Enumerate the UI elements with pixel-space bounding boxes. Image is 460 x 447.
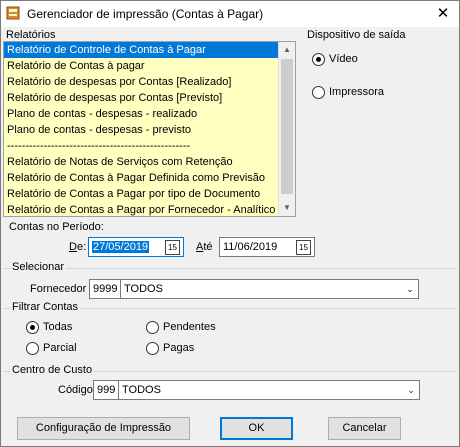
list-item[interactable]: Relatório de Contas a Pagar por tipo de … (4, 186, 295, 202)
filter-pending-radio[interactable] (146, 321, 159, 334)
output-printer-radio[interactable] (312, 86, 325, 99)
scroll-up-icon[interactable]: ▲ (279, 42, 295, 58)
from-date-value: 27/05/2019 (92, 241, 150, 253)
output-device-label: Dispositivo de saída (307, 29, 406, 41)
filter-partial-radio[interactable] (26, 342, 39, 355)
title-bar: Gerenciador de impressão (Contas à Pagar… (1, 1, 459, 27)
supplier-chevron-down-icon[interactable]: ⌄ (403, 280, 417, 298)
print-manager-window: Gerenciador de impressão (Contas à Pagar… (0, 0, 460, 447)
list-item[interactable]: Relatório de Contas à pagar (4, 58, 295, 74)
cost-center-code-label: Código: (58, 384, 96, 396)
from-calendar-icon[interactable]: 15 (165, 240, 180, 255)
reports-label: Relatórios (6, 29, 56, 41)
list-item[interactable]: Relatório de Contas à Pagar Definida com… (4, 170, 295, 186)
reports-scrollbar[interactable]: ▲ ▼ (278, 42, 295, 216)
to-date-value: 11/06/2019 (223, 241, 278, 253)
from-label: De: (69, 241, 87, 253)
output-video-radio[interactable] (312, 53, 325, 66)
filter-partial-label: Parcial (43, 342, 77, 354)
reports-list-items: Relatório de Controle de Contas à Pagar R… (4, 42, 295, 216)
cost-center-value: TODOS (122, 384, 161, 396)
supplier-code-field[interactable]: 9999 (89, 279, 121, 299)
output-video-label: Vídeo (329, 53, 358, 65)
printer-app-icon (6, 6, 20, 20)
list-item[interactable]: ----------------------------------------… (4, 138, 295, 154)
cancel-button[interactable]: Cancelar (328, 417, 401, 440)
output-printer-label: Impressora (329, 86, 385, 98)
print-config-button[interactable]: Configuração de Impressão (17, 417, 190, 440)
ok-button[interactable]: OK (220, 417, 293, 440)
list-item[interactable]: Relatório de Notas de Serviços com Reten… (4, 154, 295, 170)
select-group-title: Selecionar (10, 261, 66, 273)
scroll-thumb[interactable] (281, 59, 293, 194)
list-item[interactable]: Relatório de despesas por Contas [Previs… (4, 90, 295, 106)
reports-list[interactable]: Relatório de Controle de Contas à Pagar R… (3, 41, 296, 217)
supplier-value: TODOS (124, 283, 163, 295)
filter-group-title: Filtrar Contas (10, 301, 81, 313)
supplier-label: Fornecedor (30, 283, 87, 295)
list-item[interactable]: Relatório de despesas por Contas [Realiz… (4, 74, 295, 90)
filter-paid-label: Pagas (163, 342, 195, 354)
scroll-down-icon[interactable]: ▼ (279, 200, 295, 216)
to-label: Até (196, 241, 213, 253)
cost-center-chevron-down-icon[interactable]: ⌄ (404, 381, 418, 399)
list-item[interactable]: Plano de contas - despesas - realizado (4, 106, 295, 122)
filter-pending-label: Pendentes (163, 321, 216, 333)
list-item[interactable]: Relatório de Controle de Contas à Pagar (4, 42, 295, 58)
filter-paid-radio[interactable] (146, 342, 159, 355)
cost-center-group-title: Centro de Custo (10, 364, 95, 376)
filter-all-label: Todas (43, 321, 73, 333)
close-icon[interactable]: ✕ (431, 3, 455, 25)
list-item[interactable]: Plano de contas - despesas - previsto (4, 122, 295, 138)
filter-all-radio[interactable] (26, 321, 39, 334)
window-title: Gerenciador de impressão (Contas à Pagar… (27, 7, 264, 21)
cost-center-code-field[interactable]: 999 (93, 380, 119, 400)
supplier-select[interactable]: TODOS (120, 279, 419, 299)
period-label: Contas no Período: (9, 221, 104, 233)
to-calendar-icon[interactable]: 15 (296, 240, 311, 255)
cost-center-select[interactable]: TODOS (118, 380, 420, 400)
list-item[interactable]: Relatório de Contas a Pagar por Forneced… (4, 202, 295, 216)
